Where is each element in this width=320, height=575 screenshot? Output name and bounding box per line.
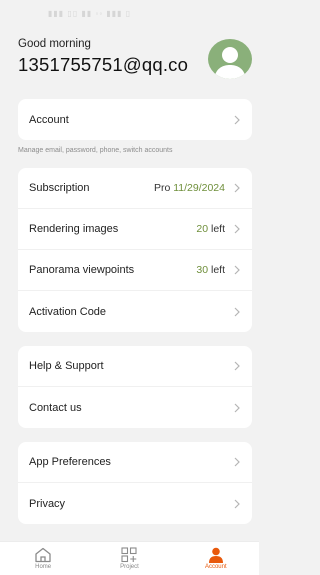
app-preferences-label: App Preferences xyxy=(29,456,111,468)
activation-code-row[interactable]: Activation Code xyxy=(18,291,252,332)
chevron-right-icon xyxy=(234,307,240,316)
chevron-right-icon xyxy=(234,265,240,275)
rendering-images-label: Rendering images xyxy=(29,223,119,235)
contact-us-row[interactable]: Contact us xyxy=(18,387,252,428)
tab-project[interactable]: Project xyxy=(99,547,159,570)
chevron-right-icon xyxy=(234,224,240,234)
greeting-text: Good morning xyxy=(18,38,91,50)
account-label: Account xyxy=(29,113,69,126)
panorama-viewpoints-suffix: left xyxy=(208,264,225,276)
rendering-images-count: 20 xyxy=(196,223,209,235)
status-icons: ▮▮▮ ▯▯ ▮▮ ◦◦ ▮▮▮ ▯ xyxy=(48,8,132,18)
subscription-row[interactable]: Subscription Pro 11/29/2024 xyxy=(18,168,252,209)
user-silhouette-icon xyxy=(214,47,246,79)
home-icon xyxy=(35,547,51,563)
preferences-card: App Preferences Privacy xyxy=(18,442,252,524)
account-hint: Manage email, password, phone, switch ac… xyxy=(18,147,173,154)
bottom-tab-bar: Home Project Account xyxy=(0,541,259,575)
user-email: 1351755751@qq.co xyxy=(18,54,189,75)
app-preferences-row[interactable]: App Preferences xyxy=(18,442,252,483)
chevron-right-icon xyxy=(234,115,240,124)
subscription-card: Subscription Pro 11/29/2024 Rendering im… xyxy=(18,168,252,332)
rendering-images-row[interactable]: Rendering images 20 left xyxy=(18,209,252,250)
contact-us-label: Contact us xyxy=(29,401,82,414)
activation-code-label: Activation Code xyxy=(29,305,107,318)
panorama-viewpoints-count: 30 xyxy=(196,264,209,276)
panorama-viewpoints-value: 30 left xyxy=(196,264,225,276)
tab-account[interactable]: Account xyxy=(186,547,246,570)
subscription-label: Subscription xyxy=(29,182,90,194)
panorama-viewpoints-label: Panorama viewpoints xyxy=(29,264,135,276)
tab-project-label: Project xyxy=(120,564,139,570)
privacy-row[interactable]: Privacy xyxy=(18,483,252,524)
chevron-right-icon xyxy=(234,183,240,193)
status-bar: ▮▮▮ ▯▯ ▮▮ ◦◦ ▮▮▮ ▯ xyxy=(0,0,259,26)
tab-account-label: Account xyxy=(204,564,227,570)
account-row[interactable]: Account xyxy=(18,99,252,140)
subscription-expiry: 11/29/2024 xyxy=(173,182,225,194)
project-grid-icon xyxy=(121,547,138,563)
subscription-plan: Pro xyxy=(153,182,174,194)
account-card: Account xyxy=(18,99,252,140)
support-card: Help & Support Contact us xyxy=(18,346,252,428)
help-support-row[interactable]: Help & Support xyxy=(18,346,252,387)
subscription-value: Pro 11/29/2024 xyxy=(154,182,225,194)
help-support-label: Help & Support xyxy=(29,360,104,372)
avatar[interactable] xyxy=(208,39,252,79)
account-person-icon xyxy=(208,547,223,563)
chevron-right-icon xyxy=(234,403,240,412)
panorama-viewpoints-row[interactable]: Panorama viewpoints 30 left xyxy=(18,250,252,291)
rendering-images-value: 20 left xyxy=(196,223,225,235)
privacy-label: Privacy xyxy=(29,497,66,510)
tab-home[interactable]: Home xyxy=(13,547,73,570)
rendering-images-suffix: left xyxy=(208,223,225,235)
chevron-right-icon xyxy=(234,457,240,467)
tab-home-label: Home xyxy=(35,564,52,570)
chevron-right-icon xyxy=(234,361,240,371)
chevron-right-icon xyxy=(234,499,240,508)
